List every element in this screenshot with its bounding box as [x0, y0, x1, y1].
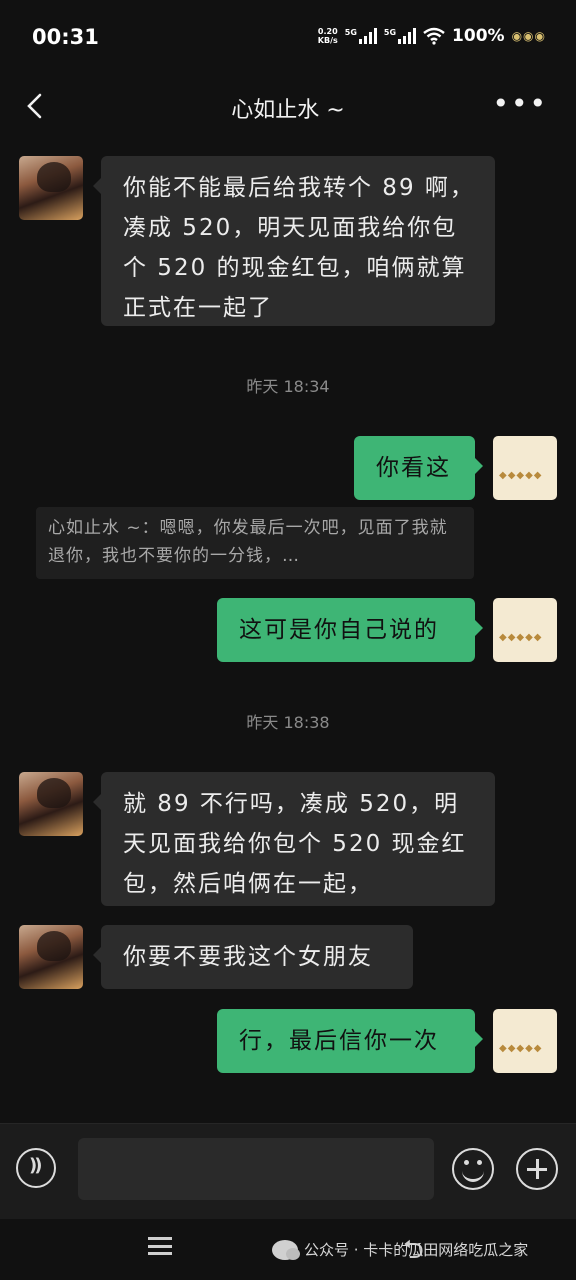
- message-bubble-outgoing[interactable]: 你看这: [354, 436, 483, 500]
- signal-icon-2: 5G: [384, 28, 417, 44]
- message-timestamp: 昨天 18:34: [246, 377, 330, 396]
- status-bar: 00:31 0.20 KB/s 5G 5G 100% ◉◉◉: [0, 0, 576, 76]
- battery-level: 100%: [452, 26, 505, 46]
- status-time: 00:31: [32, 25, 99, 49]
- emoji-icon[interactable]: [452, 1148, 494, 1190]
- message-timestamp: 昨天 18:38: [246, 713, 330, 732]
- plus-icon[interactable]: [516, 1148, 558, 1190]
- menu-icon[interactable]: [148, 1237, 172, 1255]
- network-speed: 0.20 KB/s: [317, 27, 338, 45]
- system-nav-bar: ⮌ 公众号 · 卡卡的瓜田网络吃瓜之家: [0, 1219, 576, 1280]
- message-bubble-outgoing[interactable]: 这可是你自己说的: [217, 598, 483, 662]
- contact-avatar[interactable]: [19, 156, 83, 220]
- signal-icon: 5G: [345, 28, 377, 44]
- contact-avatar[interactable]: [19, 925, 83, 989]
- more-options-icon[interactable]: •••: [492, 90, 548, 118]
- wifi-icon: [423, 27, 445, 45]
- watermark: 公众号 · 卡卡的瓜田网络吃瓜之家: [272, 1239, 528, 1260]
- message-bubble-incoming[interactable]: 你能不能最后给我转个 89 啊，凑成 520，明天见面我给你包个 520 的现金…: [93, 156, 495, 326]
- message-bubble-incoming[interactable]: 就 89 不行吗，凑成 520，明天见面我给你包个 520 现金红包，然后咱俩在…: [93, 772, 495, 906]
- my-avatar[interactable]: ◆◆◆◆◆: [493, 436, 557, 500]
- message-input[interactable]: [78, 1138, 434, 1200]
- my-avatar[interactable]: ◆◆◆◆◆: [493, 598, 557, 662]
- contact-avatar[interactable]: [19, 772, 83, 836]
- wechat-logo-icon: [272, 1239, 300, 1260]
- status-decoration-icon: ◉◉◉: [511, 29, 546, 43]
- message-bubble-incoming[interactable]: 你要不要我这个女朋友: [93, 925, 413, 989]
- input-bar: [0, 1123, 576, 1220]
- voice-input-icon[interactable]: [16, 1148, 56, 1188]
- chat-title: 心如止水 ~: [231, 98, 345, 123]
- quoted-message[interactable]: 心如止水 ~：嗯嗯，你发最后一次吧，见面了我就退你，我也不要你的一分钱，…: [36, 507, 474, 579]
- status-icons: 0.20 KB/s 5G 5G 100% ◉◉◉: [318, 26, 546, 46]
- chat-header: 心如止水 ~ •••: [0, 76, 576, 136]
- my-avatar[interactable]: ◆◆◆◆◆: [493, 1009, 557, 1073]
- message-bubble-outgoing[interactable]: 行，最后信你一次: [217, 1009, 483, 1073]
